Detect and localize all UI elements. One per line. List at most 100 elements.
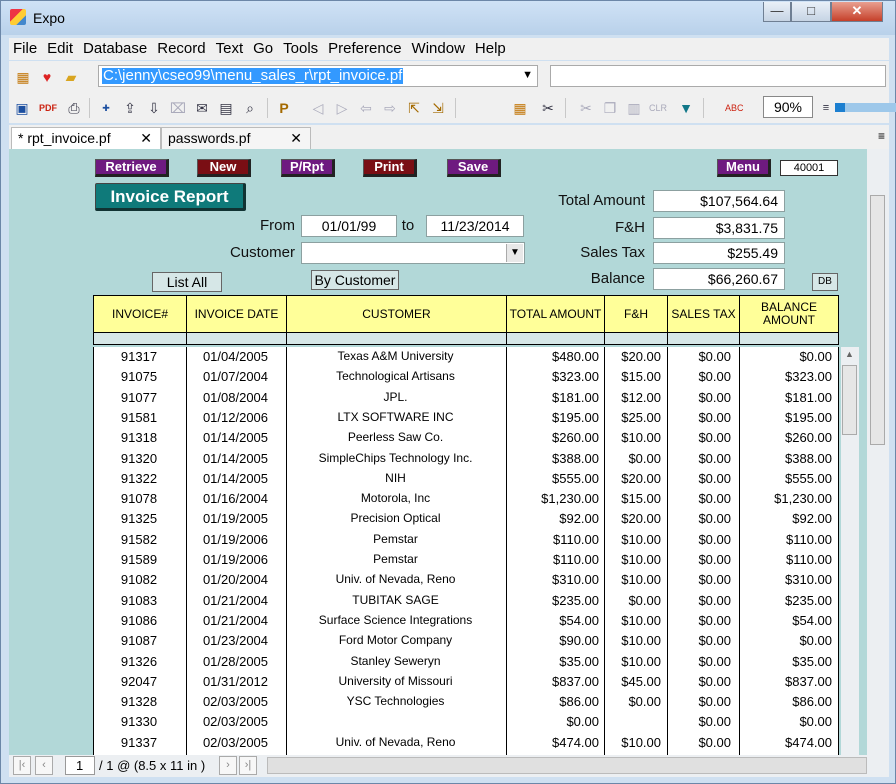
- record-id-field[interactable]: 40001: [780, 160, 838, 176]
- new-record-icon[interactable]: ✚: [97, 99, 115, 117]
- cut-icon[interactable]: ✂: [577, 99, 595, 117]
- menu-go[interactable]: Go: [249, 38, 277, 60]
- tab-passwords[interactable]: passwords.pf ✕: [161, 127, 311, 149]
- menu-record[interactable]: Record: [153, 38, 209, 60]
- heart-icon[interactable]: ♥: [39, 69, 55, 85]
- table-row[interactable]: 91582 01/19/2006 Pemstar $110.00 $10.00 $0.00…: [93, 530, 839, 550]
- zoom-slider[interactable]: [835, 103, 896, 112]
- tab-rpt-invoice[interactable]: * rpt_invoice.pf ✕: [11, 127, 161, 149]
- menu-tools[interactable]: Tools: [279, 38, 322, 60]
- page-number-field[interactable]: 1: [65, 756, 95, 775]
- close-tab-icon[interactable]: ✕: [290, 128, 302, 148]
- envelope-icon[interactable]: ✉: [193, 99, 211, 117]
- page-scroll-thumb[interactable]: [870, 195, 885, 445]
- layout-grid-icon[interactable]: ▦: [511, 99, 529, 117]
- page-scrollbar[interactable]: [867, 149, 889, 759]
- table-row[interactable]: 91317 01/04/2005 Texas A&M University $480.…: [93, 347, 839, 367]
- list-all-button[interactable]: List All: [152, 272, 222, 292]
- table-row[interactable]: 91328 02/03/2005 YSC Technologies $86.00 $0.…: [93, 692, 839, 712]
- prev-page-button[interactable]: ‹: [35, 756, 53, 775]
- close-button[interactable]: ✕: [831, 2, 883, 22]
- invoice-report-button[interactable]: Invoice Report: [95, 183, 246, 211]
- delete-record-icon[interactable]: ⌧: [169, 99, 187, 117]
- table-row[interactable]: 91078 01/16/2004 Motorola, Inc $1,230.00 $15…: [93, 489, 839, 509]
- menu-window[interactable]: Window: [408, 38, 469, 60]
- table-row[interactable]: 91326 01/28/2005 Stanley Seweryn $35.00 $10.…: [93, 652, 839, 672]
- table-row[interactable]: 91337 02/03/2005 Univ. of Nevada, Reno $474…: [93, 733, 839, 753]
- binoculars-icon[interactable]: ⌕: [241, 99, 259, 117]
- jump-end-icon[interactable]: ⇲: [429, 99, 447, 117]
- balance-field[interactable]: $66,260.67: [653, 268, 785, 290]
- table-row[interactable]: 91318 01/14/2005 Peerless Saw Co. $260.00 $1…: [93, 428, 839, 448]
- scroll-up-icon[interactable]: ▲: [845, 349, 854, 359]
- save-icon[interactable]: ▣: [13, 99, 31, 117]
- table-icon[interactable]: ▤: [217, 99, 235, 117]
- secondary-input[interactable]: [550, 65, 886, 87]
- printer-icon[interactable]: ⎙: [65, 99, 83, 117]
- menu-preference[interactable]: Preference: [324, 38, 405, 60]
- table-row[interactable]: 91322 01/14/2005 NIH $555.00 $20.00 $0.00 $555…: [93, 469, 839, 489]
- paste-icon[interactable]: ▥: [625, 99, 643, 117]
- table-row[interactable]: 91589 01/19/2006 Pemstar $110.00 $10.00 $0.00…: [93, 550, 839, 570]
- table-scroll-thumb[interactable]: [842, 365, 857, 435]
- menu-database[interactable]: Database: [79, 38, 151, 60]
- paragraph-icon[interactable]: P: [275, 99, 293, 117]
- prpt-button[interactable]: P/Rpt: [281, 159, 335, 177]
- customer-select[interactable]: ▼: [301, 242, 525, 264]
- print-button[interactable]: Print: [363, 159, 417, 177]
- open-folder-icon[interactable]: ▰: [63, 69, 79, 85]
- scissors-tool-icon[interactable]: ✂: [539, 99, 557, 117]
- spellcheck-icon[interactable]: ABC: [725, 99, 744, 117]
- new-button[interactable]: New: [197, 159, 251, 177]
- menu-edit[interactable]: Edit: [43, 38, 77, 60]
- table-row[interactable]: 92047 01/31/2012 University of Missouri $83…: [93, 672, 839, 692]
- pdf-icon[interactable]: PDF: [39, 99, 57, 117]
- by-customer-button[interactable]: By Customer: [311, 270, 399, 290]
- fh-field[interactable]: $3,831.75: [653, 217, 785, 239]
- zoom-menu-icon[interactable]: ≡: [817, 99, 835, 117]
- jump-start-icon[interactable]: ⇱: [405, 99, 423, 117]
- last-page-button[interactable]: ›|: [239, 756, 257, 775]
- next-page-button[interactable]: ›: [219, 756, 237, 775]
- table-row[interactable]: 91581 01/12/2006 LTX SOFTWARE INC $195.00 $2…: [93, 408, 839, 428]
- clear-icon[interactable]: CLR: [649, 99, 667, 117]
- tab-menu-icon[interactable]: ≡: [878, 129, 885, 143]
- menu-text[interactable]: Text: [212, 38, 248, 60]
- table-row[interactable]: 91325 01/19/2005 Precision Optical $92.00 $2…: [93, 509, 839, 529]
- table-row[interactable]: 91087 01/23/2004 Ford Motor Company $90.00 $…: [93, 631, 839, 651]
- arrow-right-icon[interactable]: ▷: [333, 99, 351, 117]
- table-row[interactable]: 91082 01/20/2004 Univ. of Nevada, Reno $310…: [93, 570, 839, 590]
- forward-icon[interactable]: ⇨: [381, 99, 399, 117]
- zoom-field[interactable]: 90%: [763, 96, 813, 118]
- minimize-button[interactable]: —: [763, 2, 791, 22]
- table-row[interactable]: 91330 02/03/2005 $0.00 $0.00 $0.00: [93, 712, 839, 732]
- from-date-field[interactable]: 01/01/99: [301, 215, 397, 237]
- maximize-button[interactable]: □: [791, 2, 831, 22]
- table-row[interactable]: 91086 01/21/2004 Surface Science Integrati…: [93, 611, 839, 631]
- total-amount-field[interactable]: $107,564.64: [653, 190, 785, 212]
- import-icon[interactable]: ⇩: [145, 99, 163, 117]
- table-row[interactable]: 91077 01/08/2004 JPL. $181.00 $12.00 $0.00 $18…: [93, 388, 839, 408]
- horizontal-scrollbar[interactable]: [267, 757, 867, 774]
- grid-icon[interactable]: ▦: [15, 69, 31, 85]
- copy-icon[interactable]: ❐: [601, 99, 619, 117]
- path-input[interactable]: C:\jenny\cseo99\menu_sales_r\rpt_invoice…: [98, 65, 538, 87]
- table-row[interactable]: 91075 01/07/2004 Technological Artisans $32…: [93, 367, 839, 387]
- retrieve-button[interactable]: Retrieve: [95, 159, 169, 177]
- close-tab-icon[interactable]: ✕: [140, 128, 152, 148]
- table-row[interactable]: 91083 01/21/2004 TUBITAK SAGE $235.00 $0.00 $…: [93, 591, 839, 611]
- save-button[interactable]: Save: [447, 159, 501, 177]
- menu-button[interactable]: Menu: [717, 159, 771, 177]
- export-icon[interactable]: ⇪: [121, 99, 139, 117]
- first-page-button[interactable]: |‹: [13, 756, 31, 775]
- table-scrollbar[interactable]: ▲: [841, 347, 859, 759]
- menu-help[interactable]: Help: [471, 38, 510, 60]
- triangle-down-icon[interactable]: ▼: [677, 99, 695, 117]
- back-icon[interactable]: ⇦: [357, 99, 375, 117]
- db-button[interactable]: DB: [812, 273, 838, 291]
- sales-tax-field[interactable]: $255.49: [653, 242, 785, 264]
- menu-file[interactable]: File: [9, 38, 41, 60]
- table-row[interactable]: 91320 01/14/2005 SimpleChips Technology In…: [93, 449, 839, 469]
- arrow-left-icon[interactable]: ◁: [309, 99, 327, 117]
- chevron-down-icon[interactable]: ▼: [522, 69, 533, 81]
